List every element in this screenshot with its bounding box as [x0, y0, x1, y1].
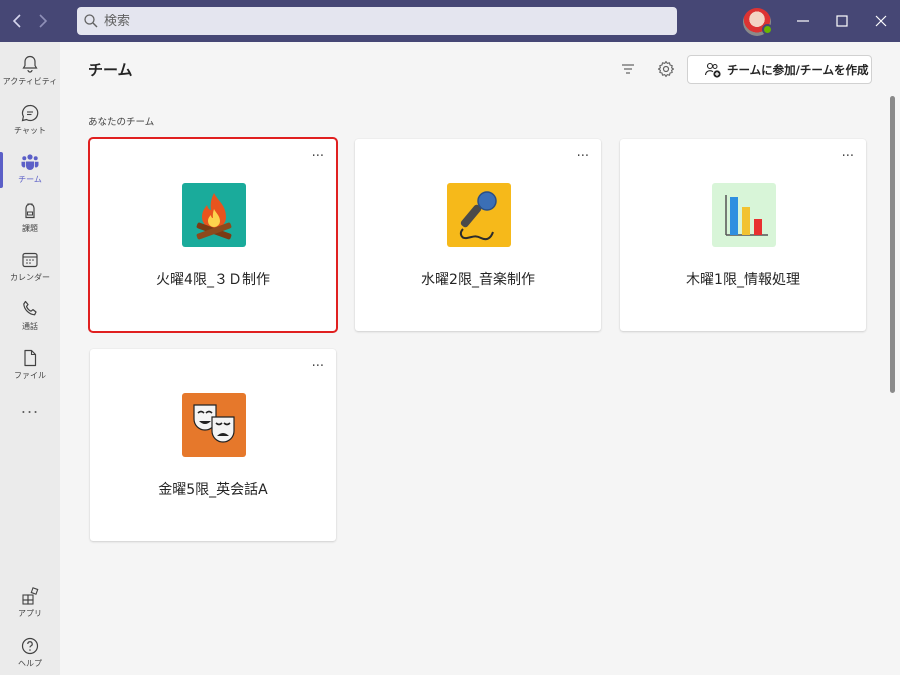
help-icon: [21, 637, 39, 655]
team-name: 金曜5限_英会話A: [158, 482, 268, 498]
teams-icon: [21, 154, 39, 170]
rail-item-label: ヘルプ: [18, 659, 42, 668]
rail-item-calendar[interactable]: カレンダー: [0, 244, 60, 292]
rail-item-files[interactable]: ファイル: [0, 342, 60, 390]
filter-icon: [622, 64, 634, 74]
team-card[interactable]: ... 金曜5限_英会話A: [90, 349, 336, 541]
team-avatar: [447, 183, 511, 247]
more-apps-button[interactable]: ...: [0, 398, 60, 417]
rail-item-help[interactable]: ヘルプ: [0, 630, 60, 675]
minimize-button[interactable]: [791, 9, 815, 33]
title-bar: [0, 0, 900, 42]
search-icon: [84, 14, 98, 28]
microphone-icon: [447, 183, 511, 247]
rail-item-calls[interactable]: 通話: [0, 293, 60, 341]
rail-item-label: 課題: [22, 224, 38, 233]
chat-icon: [21, 104, 39, 122]
people-add-icon: [704, 62, 721, 78]
back-arrow-icon[interactable]: [8, 9, 28, 33]
more-options-button[interactable]: ...: [577, 145, 589, 160]
search-box[interactable]: [77, 7, 677, 35]
team-name: 火曜4限_３Ｄ制作: [156, 272, 270, 288]
bell-icon: [22, 55, 38, 73]
maximize-button[interactable]: [830, 9, 854, 33]
scrollbar[interactable]: [890, 96, 895, 393]
rail-item-label: アクティビティ: [2, 77, 58, 86]
rail-item-activity[interactable]: アクティビティ: [0, 48, 60, 96]
app-rail: アクティビティ チャット チーム 課題 カレンダー 通話 ファイル ... アプ…: [0, 42, 60, 675]
team-avatar: [182, 393, 246, 457]
rail-item-label: ファイル: [14, 371, 46, 380]
team-avatar: [712, 183, 776, 247]
bar-chart-icon: [712, 183, 776, 247]
join-or-create-team-button[interactable]: チームに参加/チームを作成: [687, 55, 872, 84]
team-name: 水曜2限_音楽制作: [421, 272, 535, 288]
search-input[interactable]: [104, 13, 664, 29]
settings-button[interactable]: [655, 58, 677, 80]
rail-item-chat[interactable]: チャット: [0, 97, 60, 145]
team-card[interactable]: ... 水曜2限_音楽制作: [355, 139, 601, 331]
rail-item-assignments[interactable]: 課題: [0, 195, 60, 243]
phone-icon: [23, 300, 37, 316]
team-card[interactable]: ... 木曜1限_情報処理: [620, 139, 866, 331]
rail-item-label: カレンダー: [10, 273, 50, 282]
more-options-button[interactable]: ...: [842, 145, 854, 160]
rail-item-label: チャット: [14, 126, 46, 135]
calendar-icon: [22, 252, 38, 268]
rail-item-label: アプリ: [18, 609, 42, 618]
rail-item-label: 通話: [22, 322, 38, 331]
section-label: あなたのチーム: [88, 117, 155, 128]
apps-icon: [22, 587, 39, 605]
page-title: チーム: [88, 61, 133, 79]
team-name: 木曜1限_情報処理: [686, 272, 800, 288]
forward-arrow-icon[interactable]: [32, 9, 52, 33]
team-card[interactable]: ... 火曜4限_３Ｄ制作: [88, 137, 338, 333]
rail-item-teams[interactable]: チーム: [0, 146, 60, 194]
filter-button[interactable]: [617, 58, 639, 80]
rail-item-label: チーム: [18, 175, 42, 184]
team-avatar: [182, 183, 246, 247]
backpack-icon: [25, 203, 35, 219]
presence-available-icon: [762, 24, 773, 35]
rail-item-apps[interactable]: アプリ: [0, 580, 60, 628]
more-options-button[interactable]: ...: [312, 145, 324, 160]
theater-masks-icon: [182, 393, 246, 457]
file-icon: [24, 349, 37, 367]
campfire-icon: [182, 183, 246, 247]
join-button-label: チームに参加/チームを作成: [727, 62, 869, 77]
close-button[interactable]: [869, 9, 893, 33]
more-options-button[interactable]: ...: [312, 355, 324, 370]
gear-icon: [657, 60, 675, 78]
